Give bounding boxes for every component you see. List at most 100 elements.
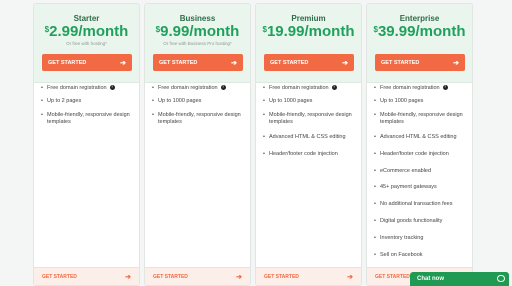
feature-item: • Up to 1000 pages <box>374 98 424 104</box>
feature-item: • eCommerce enabled <box>374 168 432 174</box>
price-amount: 9.99 <box>160 23 190 40</box>
feature-text: Up to 1000 pages <box>380 98 424 104</box>
feature-item: • Free domain registration? <box>263 85 337 91</box>
button-label: GET STARTED <box>159 59 198 66</box>
feature-item: • Free domain registration? <box>374 85 448 91</box>
question-circle-icon[interactable]: ? <box>220 85 226 91</box>
price-period: /month <box>189 23 240 40</box>
feature-text: 45+ payment gateways <box>380 184 437 190</box>
feature-text: Header/footer code injection <box>269 151 338 157</box>
plan-card-business: Business $9.99/month Or free with Busine… <box>144 3 251 286</box>
chat-now-button[interactable]: Chat now <box>410 272 509 286</box>
feature-text: eCommerce enabled <box>380 168 432 174</box>
footer-get-started-link[interactable]: GET STARTED ➔ <box>145 267 250 285</box>
arrow-right-icon: ➔ <box>125 273 131 281</box>
currency-symbol: $ <box>44 25 50 34</box>
plan-card-enterprise: Enterprise $39.99/month GET STARTED ➔ • Fr… <box>366 3 473 286</box>
question-circle-icon[interactable]: ? <box>331 85 337 91</box>
feature-item: • Up to 2 pages <box>41 98 82 104</box>
feature-item: • Sell on Facebook <box>374 252 423 258</box>
feature-text: Advanced HTML & CSS editing <box>269 134 346 140</box>
currency-symbol: $ <box>262 25 267 34</box>
get-started-button[interactable]: GET STARTED ➔ <box>264 54 354 71</box>
feature-item: • Mobile-friendly, responsive design temp… <box>41 112 135 126</box>
footer-cta-label: GET STARTED <box>375 273 410 280</box>
plan-price: $39.99/month <box>367 23 472 41</box>
plan-header: Enterprise $39.99/month GET STARTED ➔ <box>367 4 472 83</box>
hosting-note: Or free with hosting* <box>66 41 107 46</box>
footer-get-started-link[interactable]: GET STARTED ➔ <box>256 267 361 285</box>
feature-text: Mobile-friendly, responsive design templ… <box>380 112 463 125</box>
feature-text: Advanced HTML & CSS editing <box>380 134 457 140</box>
feature-item: • Mobile-friendly, responsive design temp… <box>152 112 246 126</box>
plan-price: $2.99/month <box>34 23 139 41</box>
feature-item: • Up to 1000 pages <box>152 98 202 104</box>
feature-text: Free domain registration <box>269 85 329 91</box>
footer-cta-label: GET STARTED <box>264 273 299 280</box>
feature-text: Free domain registration <box>47 85 107 91</box>
feature-text: Up to 1000 pages <box>158 98 202 104</box>
arrow-right-icon: ➔ <box>347 273 353 281</box>
question-circle-icon[interactable]: ? <box>442 85 448 91</box>
plan-header: Starter $2.99/month Or free with hosting… <box>34 4 139 83</box>
feature-text: Free domain registration <box>380 85 440 91</box>
feature-item: • Mobile-friendly, responsive design temp… <box>374 112 468 126</box>
feature-text: Mobile-friendly, responsive design templ… <box>269 112 352 125</box>
currency-symbol: $ <box>155 25 161 34</box>
plan-price: $9.99/month <box>145 23 250 41</box>
feature-item: • Advanced HTML & CSS editing <box>263 134 346 140</box>
plan-card-starter: Starter $2.99/month Or free with hosting… <box>33 3 140 286</box>
feature-text: Digital goods functionality <box>380 218 443 224</box>
feature-text: Free domain registration <box>158 85 218 91</box>
plan-name: Starter <box>73 14 100 23</box>
feature-item: • Header/footer code injection <box>263 151 338 157</box>
arrow-right-icon: ➔ <box>236 273 242 281</box>
plan-name: Business <box>179 14 216 23</box>
feature-item: • Free domain registration? <box>41 85 115 91</box>
footer-cta-label: GET STARTED <box>153 273 188 280</box>
plan-name: Premium <box>291 14 326 23</box>
feature-item: • Advanced HTML & CSS editing <box>374 134 457 140</box>
footer-get-started-link[interactable]: GET STARTED ➔ <box>34 267 139 285</box>
feature-item: • Mobile-friendly, responsive design temp… <box>263 112 357 126</box>
feature-text: Mobile-friendly, responsive design templ… <box>47 112 130 125</box>
feature-text: Sell on Facebook <box>380 252 423 258</box>
button-label: GET STARTED <box>270 59 309 66</box>
feature-item: • Inventory tracking <box>374 235 424 241</box>
arrow-right-icon: ➔ <box>231 59 237 67</box>
price-period: /month <box>415 23 466 40</box>
get-started-button[interactable]: GET STARTED ➔ <box>375 54 465 71</box>
chat-bubble-icon <box>497 275 505 282</box>
plan-price: $19.99/month <box>256 23 361 41</box>
plan-header: Business $9.99/month Or free with Busine… <box>145 4 250 83</box>
hosting-note: Or free with Business Pro hosting* <box>163 41 232 46</box>
plan-card-premium: Premium $19.99/month GET STARTED ➔ • Free … <box>255 3 362 286</box>
price-period: /month <box>78 23 129 40</box>
feature-item: • Header/footer code injection <box>374 151 449 157</box>
arrow-right-icon: ➔ <box>342 59 348 67</box>
feature-item: • Free domain registration? <box>152 85 226 91</box>
feature-item: • No additional transaction fees <box>374 201 453 207</box>
plan-header: Premium $19.99/month GET STARTED ➔ <box>256 4 361 83</box>
price-amount: 39.99 <box>377 23 416 40</box>
question-circle-icon[interactable]: ? <box>109 85 115 91</box>
get-started-button[interactable]: GET STARTED ➔ <box>153 54 243 71</box>
feature-item: • 45+ payment gateways <box>374 184 437 190</box>
button-label: GET STARTED <box>381 59 420 66</box>
button-label: GET STARTED <box>48 59 87 66</box>
get-started-button[interactable]: GET STARTED ➔ <box>42 54 132 71</box>
footer-cta-label: GET STARTED <box>42 273 77 280</box>
price-amount: 19.99 <box>266 23 305 40</box>
arrow-right-icon: ➔ <box>120 59 126 67</box>
feature-text: Mobile-friendly, responsive design templ… <box>158 112 241 125</box>
chat-label: Chat now <box>417 276 444 282</box>
currency-symbol: $ <box>373 25 378 34</box>
feature-text: Header/footer code injection <box>380 151 449 157</box>
feature-item: • Digital goods functionality <box>374 218 443 224</box>
feature-text: Inventory tracking <box>380 235 424 241</box>
feature-text: No additional transaction fees <box>380 201 453 207</box>
plan-name: Enterprise <box>399 14 440 23</box>
arrow-right-icon: ➔ <box>453 59 459 67</box>
feature-text: Up to 1000 pages <box>269 98 313 104</box>
feature-item: • Up to 1000 pages <box>263 98 313 104</box>
